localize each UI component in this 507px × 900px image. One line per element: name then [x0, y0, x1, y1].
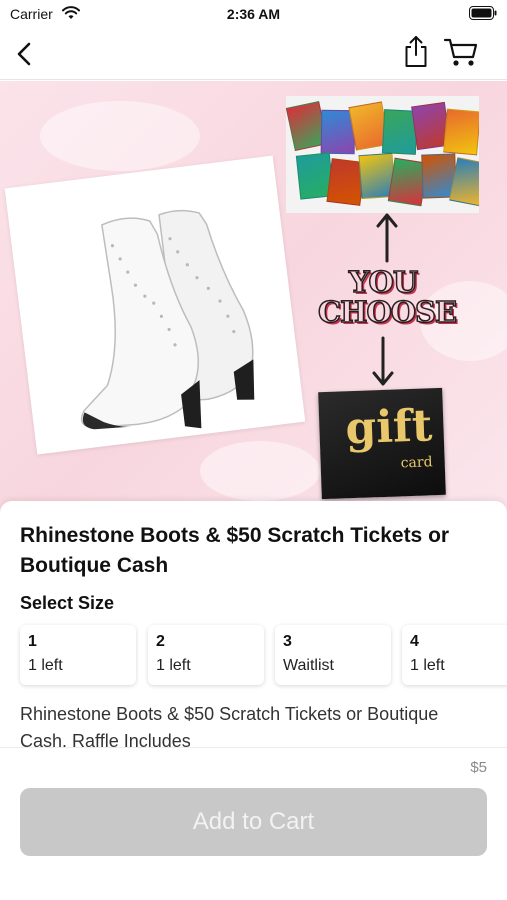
- gift-card: gift card: [318, 387, 446, 500]
- size-availability: 1 left: [28, 657, 63, 674]
- divider: [0, 747, 507, 748]
- size-options: 1 1 left 2 1 left 3 Waitlist 4 1 left: [20, 625, 507, 687]
- back-chevron-icon[interactable]: [10, 38, 38, 70]
- scratch-tickets-photo: [286, 96, 479, 213]
- clock: 2:36 AM: [226, 6, 281, 22]
- size-number: 2: [156, 633, 165, 650]
- size-availability: 1 left: [410, 657, 445, 674]
- size-option-1[interactable]: 1 1 left: [20, 625, 136, 685]
- boots-photo: [4, 155, 306, 455]
- you-choose-text: YOU CHOOSE: [317, 265, 458, 329]
- nav-bar: [0, 28, 507, 80]
- product-description: Rhinestone Boots & $50 Scratch Tickets o…: [20, 704, 439, 751]
- size-option-3[interactable]: 3 Waitlist: [275, 625, 391, 685]
- product-image: YOU CHOOSE gift card: [0, 81, 507, 521]
- card-word: card: [400, 454, 433, 472]
- size-availability: Waitlist: [283, 657, 334, 674]
- cart-icon[interactable]: [443, 36, 479, 68]
- select-size-label: Select Size: [20, 593, 115, 613]
- size-option-2[interactable]: 2 1 left: [148, 625, 264, 685]
- size-availability: 1 left: [156, 657, 191, 674]
- price-label: $5: [470, 759, 487, 776]
- boots-illustration: [80, 209, 255, 430]
- size-number: 1: [28, 633, 37, 650]
- arrow-down-icon: [372, 336, 394, 386]
- size-number: 4: [410, 633, 419, 650]
- size-number: 3: [283, 633, 292, 650]
- gift-word: gift: [344, 400, 434, 455]
- arrow-up-icon: [376, 213, 398, 263]
- battery-icon: [469, 6, 497, 20]
- add-to-cart-button[interactable]: Add to Cart: [20, 788, 487, 856]
- status-bar: Carrier 2:36 AM: [0, 0, 507, 28]
- share-icon[interactable]: [401, 34, 431, 70]
- product-sheet: Rhinestone Boots & $50 Scratch Tickets o…: [0, 501, 507, 900]
- scratch-ticket: [443, 108, 479, 156]
- size-option-4[interactable]: 4 1 left: [402, 625, 507, 685]
- product-title: Rhinestone Boots & $50 Scratch Tickets o…: [20, 524, 450, 577]
